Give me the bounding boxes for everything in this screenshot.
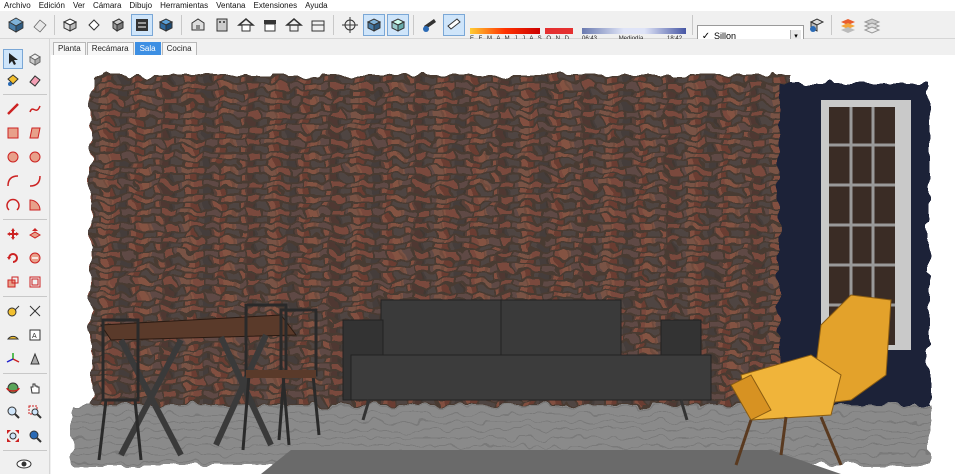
scale-icon[interactable] xyxy=(3,272,23,292)
store-icon[interactable] xyxy=(259,14,281,36)
component-icon[interactable] xyxy=(5,14,27,36)
main-toolbar: E F M A M J J A S O N D 06:43 Mediodía 1… xyxy=(0,11,955,47)
tab-planta[interactable]: Planta xyxy=(53,42,86,55)
three-point-arc-icon[interactable] xyxy=(3,195,23,215)
zoom-extents-icon[interactable] xyxy=(3,426,23,446)
fog-toggle-icon[interactable] xyxy=(443,14,465,36)
push-pull-icon[interactable] xyxy=(25,224,45,244)
menu-camara[interactable]: Cámara xyxy=(93,1,121,10)
menu-edicion[interactable]: Edición xyxy=(39,1,65,10)
polygon-icon[interactable] xyxy=(25,147,45,167)
top-view-icon[interactable] xyxy=(83,14,105,36)
look-around-eye-icon[interactable] xyxy=(14,454,34,474)
tab-sala[interactable]: Sala xyxy=(134,42,161,55)
orbit-icon[interactable] xyxy=(3,378,23,398)
scene-tabs: Planta Recámara Sala Cocina xyxy=(51,39,955,55)
position-camera-icon[interactable] xyxy=(339,14,361,36)
eraser-tool-icon[interactable] xyxy=(25,70,45,90)
pie-icon[interactable] xyxy=(25,195,45,215)
home-icon[interactable] xyxy=(235,14,257,36)
menu-ventana[interactable]: Ventana xyxy=(216,1,245,10)
rotated-rectangle-icon[interactable] xyxy=(25,123,45,143)
model-viewport[interactable] xyxy=(51,55,955,474)
previous-view-icon[interactable] xyxy=(25,426,45,446)
garage-icon[interactable] xyxy=(307,14,329,36)
scene-update-icon[interactable] xyxy=(806,14,828,36)
svg-text:A: A xyxy=(32,333,37,340)
3d-text-icon[interactable] xyxy=(25,349,45,369)
menu-dibujo[interactable]: Dibujo xyxy=(129,1,152,10)
dimension-icon[interactable] xyxy=(25,301,45,321)
protractor-icon[interactable] xyxy=(3,325,23,345)
pan-icon[interactable] xyxy=(25,378,45,398)
scene-render xyxy=(71,75,931,474)
look-around-icon[interactable] xyxy=(387,14,409,36)
zoom-window-icon[interactable] xyxy=(25,402,45,422)
follow-me-icon[interactable] xyxy=(25,248,45,268)
menu-herramientas[interactable]: Herramientas xyxy=(160,1,208,10)
menu-ver[interactable]: Ver xyxy=(73,1,85,10)
eraser-icon[interactable] xyxy=(29,14,51,36)
tape-measure-icon[interactable] xyxy=(3,301,23,321)
pencil-icon[interactable] xyxy=(3,99,23,119)
freehand-icon[interactable] xyxy=(25,99,45,119)
walk-icon[interactable] xyxy=(363,14,385,36)
house-outline-icon[interactable] xyxy=(283,14,305,36)
zoom-icon[interactable] xyxy=(3,402,23,422)
warehouse-icon[interactable] xyxy=(187,14,209,36)
menu-extensiones[interactable]: Extensiones xyxy=(253,1,297,10)
textured-icon[interactable] xyxy=(155,14,177,36)
layers-gray-icon[interactable] xyxy=(861,14,883,36)
tab-recamara[interactable]: Recámara xyxy=(86,42,134,55)
building-icon[interactable] xyxy=(211,14,233,36)
move-icon[interactable] xyxy=(3,224,23,244)
right-view-icon[interactable] xyxy=(131,14,153,36)
front-view-icon[interactable] xyxy=(107,14,129,36)
circle-icon[interactable] xyxy=(3,147,23,167)
menu-ayuda[interactable]: Ayuda xyxy=(305,1,328,10)
menu-archivo[interactable]: Archivo xyxy=(4,1,31,10)
offset-icon[interactable] xyxy=(25,272,45,292)
rectangle-icon[interactable] xyxy=(3,123,23,143)
layers-color-icon[interactable] xyxy=(837,14,859,36)
tab-cocina[interactable]: Cocina xyxy=(161,42,197,55)
shadow-toggle-icon[interactable] xyxy=(419,14,441,36)
paint-bucket-icon[interactable] xyxy=(3,70,23,90)
menu-bar: Archivo Edición Ver Cámara Dibujo Herram… xyxy=(0,0,955,11)
rotate-icon[interactable] xyxy=(3,248,23,268)
left-toolbar: A xyxy=(0,39,50,474)
rug xyxy=(261,450,841,474)
select-arrow-icon[interactable] xyxy=(3,49,23,69)
iso-view-icon[interactable] xyxy=(59,14,81,36)
text-icon[interactable]: A xyxy=(25,325,45,345)
two-point-arc-icon[interactable] xyxy=(25,171,45,191)
arc-icon[interactable] xyxy=(3,171,23,191)
axes-icon[interactable] xyxy=(3,349,23,369)
component-make-icon[interactable] xyxy=(25,49,45,69)
